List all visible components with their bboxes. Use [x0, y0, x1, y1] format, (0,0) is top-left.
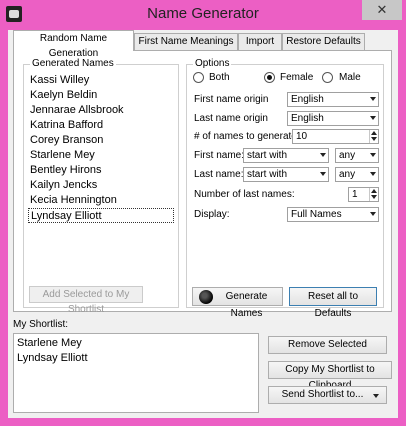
generate-icon	[199, 290, 213, 304]
window-title: Name Generator	[147, 5, 259, 22]
last-name-mode-value: start with	[247, 169, 288, 180]
tab-panel-random: Generated Names Kassi Willey Kaelyn Beld…	[13, 50, 392, 319]
first-name-letter-value: any	[339, 150, 356, 161]
spin-buttons[interactable]	[369, 130, 378, 143]
list-item[interactable]: Starlene Mey	[28, 148, 174, 163]
last-name-label: Last name:	[194, 169, 244, 180]
gender-both-radio[interactable]	[193, 72, 204, 83]
shortlist-list[interactable]: Starlene Mey Lyndsay Elliott	[13, 333, 259, 413]
spin-up-icon[interactable]	[371, 189, 377, 193]
generate-names-label: Generate Names	[225, 291, 268, 319]
gender-male-label: Male	[339, 72, 361, 83]
generated-names-list[interactable]: Kassi Willey Kaelyn Beldin Jennarae Alls…	[28, 73, 174, 233]
chevron-down-icon	[370, 172, 376, 176]
tab-random-name-generation[interactable]: Random Name Generation	[13, 30, 134, 59]
client-area: Random Name Generation First Name Meanin…	[8, 30, 398, 418]
display-value: Full Names	[291, 209, 342, 220]
display-select[interactable]: Full Names	[287, 207, 379, 222]
list-item[interactable]: Kecia Hennington	[28, 193, 174, 208]
list-item-selected[interactable]: Lyndsay Elliott	[28, 208, 174, 223]
list-item[interactable]: Corey Branson	[28, 133, 174, 148]
list-item[interactable]: Bentley Hirons	[28, 163, 174, 178]
gender-female-radio[interactable]	[264, 72, 275, 83]
title-bar[interactable]: Name Generator ✕	[0, 0, 406, 30]
last-count-value: 1	[352, 189, 358, 200]
options-group: Options Both Female Male First name orig…	[186, 58, 384, 319]
send-shortlist-button[interactable]: Send Shortlist to...	[268, 386, 387, 404]
chevron-down-icon	[370, 116, 376, 120]
remove-selected-button[interactable]: Remove Selected	[268, 336, 387, 354]
first-origin-label: First name origin	[194, 94, 269, 105]
spin-down-icon[interactable]	[371, 137, 377, 141]
last-name-letter-select[interactable]: any	[335, 167, 379, 182]
spin-down-icon[interactable]	[371, 195, 377, 199]
chevron-down-icon	[320, 153, 326, 157]
app-window: Name Generator ✕ Random Name Generation …	[0, 0, 406, 426]
gender-male-radio[interactable]	[322, 72, 333, 83]
last-count-stepper[interactable]: 1	[348, 187, 379, 202]
list-item[interactable]: Kaelyn Beldin	[28, 88, 174, 103]
first-name-mode-value: start with	[247, 150, 288, 161]
tab-first-name-meanings[interactable]: First Name Meanings	[134, 33, 238, 50]
gender-both-label: Both	[209, 72, 230, 83]
count-label: # of names to generate:	[194, 131, 300, 142]
display-label: Display:	[194, 209, 230, 220]
gender-female-label: Female	[280, 72, 314, 83]
add-to-shortlist-button[interactable]: Add Selected to My Shortlist	[29, 286, 143, 315]
chevron-down-icon	[320, 172, 326, 176]
chevron-down-icon	[370, 212, 376, 216]
tab-restore-defaults[interactable]: Restore Defaults	[282, 33, 365, 50]
last-count-label: Number of last names:	[194, 189, 295, 200]
generate-names-button[interactable]: Generate Names	[192, 287, 283, 319]
send-shortlist-label: Send Shortlist to...	[281, 389, 364, 400]
chevron-down-icon	[370, 97, 376, 101]
copy-shortlist-button[interactable]: Copy My Shortlist to Clipboard	[268, 361, 392, 391]
close-button[interactable]: ✕	[362, 0, 402, 20]
tab-import[interactable]: Import	[238, 33, 282, 50]
list-item[interactable]: Katrina Bafford	[28, 118, 174, 133]
last-origin-select[interactable]: English	[287, 111, 379, 126]
last-name-letter-value: any	[339, 169, 356, 180]
chevron-down-icon	[373, 394, 379, 398]
first-name-label: First name:	[194, 150, 245, 161]
first-origin-select[interactable]: English	[287, 92, 379, 107]
last-origin-label: Last name origin	[194, 113, 268, 124]
reset-defaults-button[interactable]: Reset all to Defaults	[289, 287, 377, 319]
last-origin-value: English	[291, 113, 324, 124]
spin-buttons[interactable]	[369, 188, 378, 201]
first-name-mode-select[interactable]: start with	[243, 148, 329, 163]
shortlist-label: My Shortlist:	[13, 319, 69, 330]
list-item[interactable]: Kassi Willey	[28, 73, 174, 88]
count-value: 10	[296, 131, 308, 142]
count-stepper[interactable]: 10	[292, 129, 379, 144]
list-item[interactable]: Kailyn Jencks	[28, 178, 174, 193]
chevron-down-icon	[370, 153, 376, 157]
last-name-mode-select[interactable]: start with	[243, 167, 329, 182]
list-item[interactable]: Jennarae Allsbrook	[28, 103, 174, 118]
generated-names-group: Generated Names Kassi Willey Kaelyn Beld…	[23, 58, 179, 315]
first-origin-value: English	[291, 94, 324, 105]
first-name-letter-select[interactable]: any	[335, 148, 379, 163]
list-item[interactable]: Lyndsay Elliott	[15, 351, 257, 366]
spin-up-icon[interactable]	[371, 131, 377, 135]
options-label: Options	[193, 58, 232, 69]
list-item[interactable]: Starlene Mey	[15, 336, 257, 351]
